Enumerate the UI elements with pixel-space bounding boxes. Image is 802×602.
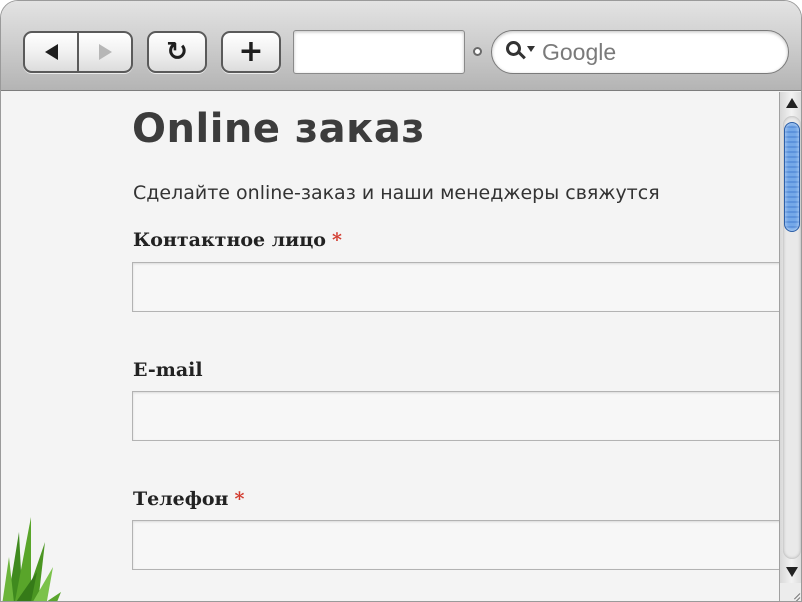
email-label: E-mail: [133, 359, 209, 381]
scroll-thumb[interactable]: [784, 122, 800, 232]
contact-person-input[interactable]: [132, 262, 779, 312]
scroll-up-button[interactable]: [780, 92, 801, 114]
contact-person-label: Контактное лицо *: [133, 229, 342, 251]
nav-button-group: [23, 31, 133, 73]
forward-button[interactable]: [77, 33, 131, 71]
email-input[interactable]: [132, 391, 779, 441]
page-title: Online заказ: [132, 106, 426, 152]
phone-label: Телефон *: [133, 488, 244, 510]
arrow-down-icon: [785, 567, 798, 577]
required-mark: *: [234, 488, 245, 510]
plus-icon: +: [238, 34, 264, 69]
scroll-track[interactable]: [783, 116, 801, 559]
phone-label-text: Телефон: [133, 488, 229, 510]
window-resize-grip[interactable]: [779, 583, 801, 601]
reload-button[interactable]: ↻: [147, 31, 207, 73]
contact-person-label-text: Контактное лицо: [133, 229, 326, 251]
address-field[interactable]: [293, 30, 465, 74]
page-subtitle: Сделайте online-заказ и наши менеджеры с…: [133, 182, 660, 204]
reload-icon: ↻: [166, 37, 188, 67]
search-field[interactable]: Google: [491, 30, 789, 74]
search-icon[interactable]: [506, 40, 536, 64]
add-bookmark-button[interactable]: +: [221, 31, 281, 73]
search-placeholder: Google: [542, 38, 617, 65]
required-mark: *: [331, 229, 342, 251]
grass-decoration: [2, 517, 61, 601]
browser-toolbar: ↻ + Google: [1, 1, 801, 91]
back-button[interactable]: [25, 33, 77, 71]
vertical-scrollbar[interactable]: [779, 92, 801, 583]
email-label-text: E-mail: [133, 359, 203, 381]
phone-input[interactable]: [132, 520, 779, 570]
browser-window: ↻ + Google Online заказ Сделайте online-…: [0, 0, 802, 602]
arrow-up-icon: [785, 98, 798, 108]
back-arrow-icon: [44, 44, 58, 60]
forward-arrow-icon: [98, 44, 112, 60]
page-content: Online заказ Сделайте online-заказ и наш…: [1, 92, 779, 601]
scroll-down-button[interactable]: [780, 561, 801, 583]
field-resize-handle[interactable]: [473, 47, 482, 56]
